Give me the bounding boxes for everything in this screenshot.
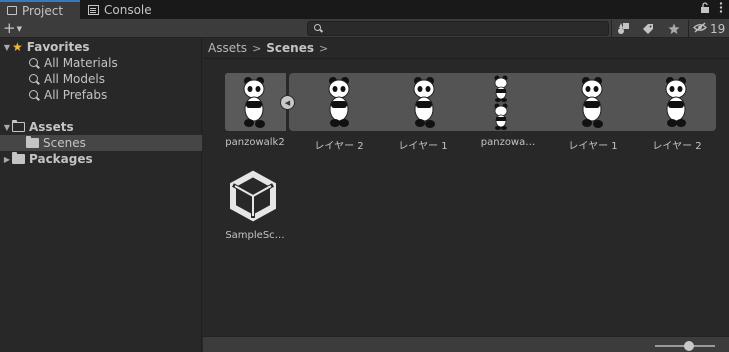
search-icon	[314, 24, 321, 31]
tree-item-all-materials[interactable]: All Materials	[0, 55, 202, 71]
add-label: +	[3, 19, 16, 37]
folder-icon	[26, 136, 39, 148]
tab-console-label: Console	[104, 2, 152, 17]
panda-sprite-icon	[243, 77, 265, 128]
tree-item-label: All Prefabs	[44, 88, 108, 102]
eye-slash-icon	[693, 22, 707, 36]
favorites-label: Favorites	[26, 40, 90, 54]
panda-sprite-icon	[581, 77, 603, 128]
search-icon	[29, 73, 38, 83]
panda-sprite-sheet-icon	[494, 75, 508, 130]
kebab-menu-icon[interactable]	[719, 2, 723, 16]
asset-label-layer2-b[interactable]: レイヤー 2	[637, 137, 717, 152]
chevron-right-icon[interactable]: >	[319, 42, 328, 55]
tree-assets[interactable]: ▼ Assets	[0, 119, 202, 135]
folder-icon	[7, 6, 17, 15]
tree-favorites[interactable]: ▼ ★ Favorites	[0, 39, 202, 55]
console-icon	[88, 4, 99, 15]
icon-size-slider-handle[interactable]	[684, 341, 694, 351]
favorites-star-icon[interactable]	[663, 20, 685, 37]
folder-icon	[12, 152, 25, 164]
panda-sprite-icon	[413, 77, 435, 128]
collapse-sub-assets-button[interactable]: ◀	[280, 95, 295, 110]
search-icon	[29, 89, 38, 99]
tab-console[interactable]: Console	[81, 0, 159, 19]
breadcrumb-root[interactable]: Assets	[208, 41, 247, 55]
asset-label-layer1-b[interactable]: レイヤー 1	[553, 137, 633, 152]
project-toolbar: +▼ 19	[0, 19, 729, 38]
tab-bar: Project Console	[0, 0, 729, 19]
tab-project-label: Project	[22, 3, 64, 18]
tree-item-all-models[interactable]: All Models	[0, 71, 202, 87]
window-buttons	[700, 2, 723, 16]
asset-label-layer1[interactable]: レイヤー 1	[383, 137, 463, 152]
asset-label-layer2[interactable]: レイヤー 2	[299, 137, 379, 152]
assets-label: Assets	[29, 120, 74, 134]
filter-by-type-icon[interactable]	[612, 20, 634, 37]
search-icon	[29, 57, 38, 67]
chevron-down-icon: ▼	[16, 24, 22, 33]
panda-sprite-icon	[665, 77, 687, 127]
tree-item-label: Scenes	[43, 136, 86, 150]
hidden-packages-toggle[interactable]: 19	[693, 20, 725, 37]
asset-browser-footer	[203, 336, 729, 352]
tree-item-label: All Materials	[44, 56, 118, 70]
add-asset-button[interactable]: +▼	[3, 20, 22, 37]
filter-by-label-icon[interactable]	[637, 20, 659, 37]
hidden-count: 19	[710, 21, 726, 36]
breadcrumb: Assets > Scenes >	[203, 38, 729, 59]
expand-arrow-icon[interactable]: ▼	[2, 123, 12, 132]
lock-icon[interactable]	[700, 2, 710, 16]
search-input[interactable]	[307, 21, 609, 36]
tab-project[interactable]: Project	[0, 0, 80, 19]
asset-label-samplescene[interactable]: SampleSc…	[215, 230, 295, 241]
project-tree-panel: ▼ ★ Favorites All Materials All Models A…	[0, 38, 202, 352]
breadcrumb-current[interactable]: Scenes	[266, 41, 314, 55]
tree-item-scenes[interactable]: Scenes	[0, 135, 202, 151]
folder-open-icon	[11, 120, 25, 132]
expand-arrow-icon[interactable]: ▼	[2, 43, 12, 52]
asset-label-panzowalk2[interactable]: panzowalk2	[215, 137, 295, 148]
tree-item-label: All Models	[44, 72, 105, 86]
asset-label-panzowa[interactable]: panzowa…	[468, 137, 548, 148]
packages-label: Packages	[29, 152, 93, 166]
star-icon: ★	[12, 40, 23, 54]
chevron-right-icon: >	[252, 41, 262, 55]
tree-item-all-prefabs[interactable]: All Prefabs	[0, 87, 202, 103]
expand-arrow-icon[interactable]: ▶	[2, 155, 12, 164]
divider	[688, 20, 689, 37]
unity-scene-icon[interactable]	[227, 170, 279, 222]
panda-sprite-icon	[328, 77, 350, 127]
tree-packages[interactable]: ▶ Packages	[0, 151, 202, 167]
